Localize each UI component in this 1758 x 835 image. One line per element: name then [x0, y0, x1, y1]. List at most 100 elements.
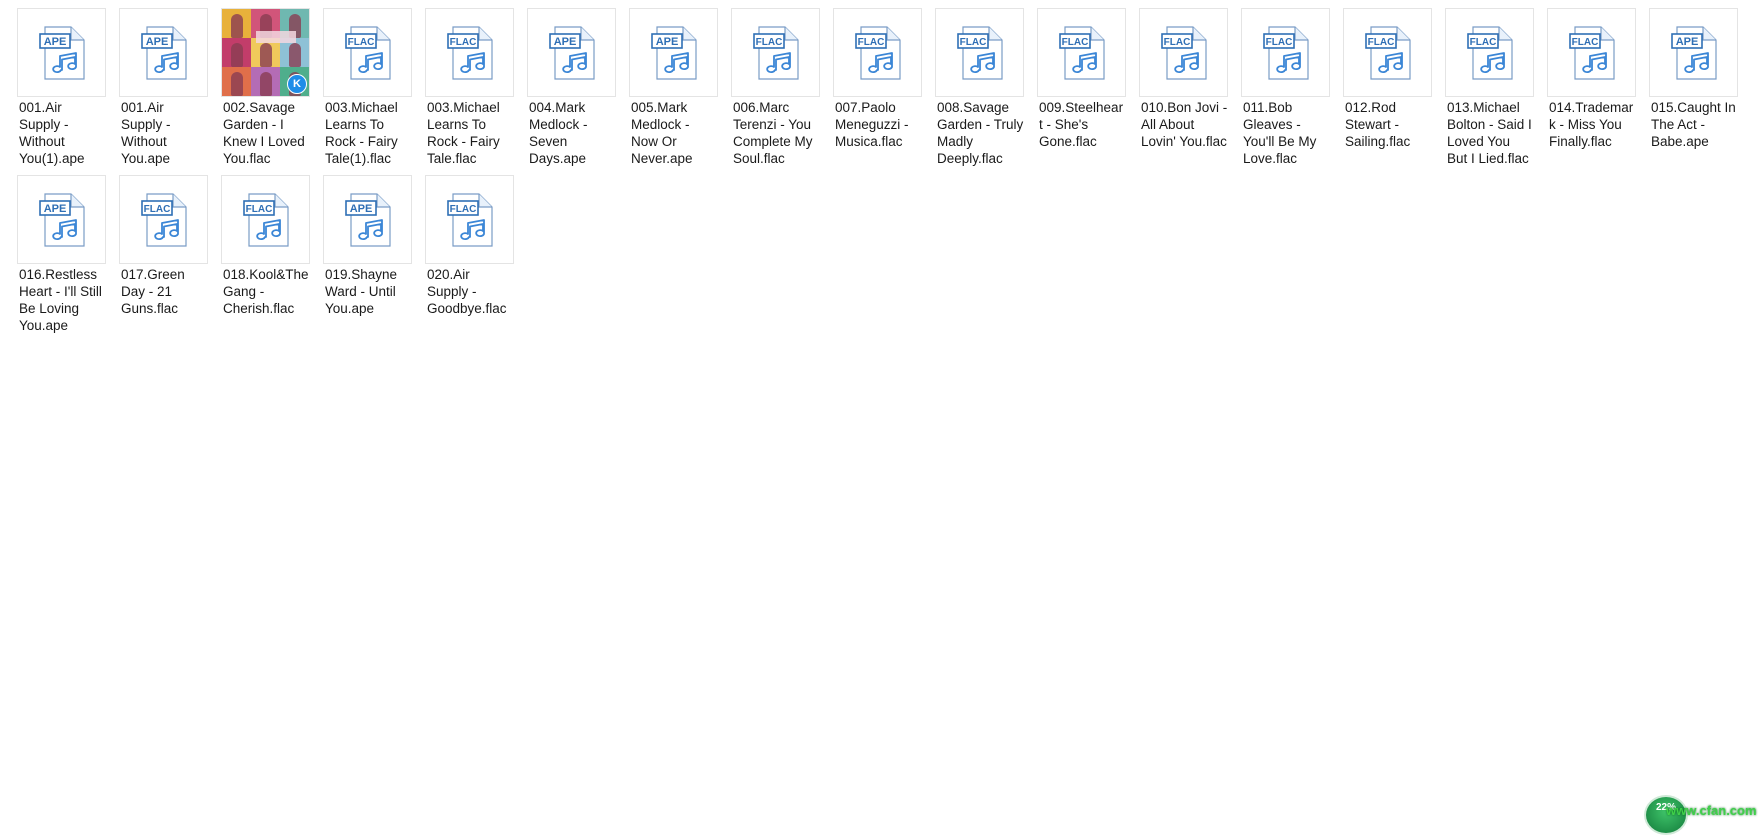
file-item[interactable]: FLAC 008.Savage Garden - Truly Madly Deep… [935, 8, 1024, 167]
music-file-icon[interactable]: FLAC [119, 175, 208, 264]
music-file-icon[interactable]: FLAC [935, 8, 1024, 97]
music-file-icon[interactable]: APE [119, 8, 208, 97]
music-file-icon[interactable]: FLAC [833, 8, 922, 97]
file-item[interactable]: APE 001.Air Supply - Without You.ape [119, 8, 208, 167]
svg-text:APE: APE [655, 36, 678, 48]
file-item[interactable]: FLAC 017.Green Day - 21 Guns.flac [119, 175, 208, 334]
file-name-label[interactable]: 014.Trademark - Miss You Finally.flac [1547, 99, 1636, 150]
file-name-label[interactable]: 018.Kool&The Gang - Cherish.flac [221, 266, 310, 317]
music-note-file-icon: FLAC [854, 25, 901, 80]
music-file-icon[interactable]: FLAC [323, 8, 412, 97]
music-file-icon[interactable]: APE [17, 8, 106, 97]
music-note-file-icon: FLAC [956, 25, 1003, 80]
file-name-label[interactable]: 011.Bob Gleaves - You'll Be My Love.flac [1241, 99, 1330, 167]
svg-text:FLAC: FLAC [1469, 37, 1496, 48]
music-file-icon[interactable]: APE [323, 175, 412, 264]
music-file-icon[interactable]: FLAC [1241, 8, 1330, 97]
file-item[interactable]: FLAC 007.Paolo Meneguzzi - Musica.flac [833, 8, 922, 167]
music-note-file-icon: APE [344, 192, 391, 247]
svg-text:FLAC: FLAC [1163, 37, 1190, 48]
music-file-icon[interactable]: APE [629, 8, 718, 97]
file-name-label[interactable]: 019.Shayne Ward - Until You.ape [323, 266, 412, 317]
music-note-file-icon: FLAC [1568, 25, 1615, 80]
music-note-file-icon: FLAC [752, 25, 799, 80]
music-note-file-icon: FLAC [242, 192, 289, 247]
svg-text:FLAC: FLAC [449, 204, 476, 215]
music-note-file-icon: FLAC [1262, 25, 1309, 80]
music-file-icon[interactable]: FLAC [1445, 8, 1534, 97]
file-item[interactable]: FLAC 003.Michael Learns To Rock - Fairy T… [323, 8, 412, 167]
file-name-label[interactable]: 007.Paolo Meneguzzi - Musica.flac [833, 99, 922, 150]
music-note-file-icon: APE [38, 25, 85, 80]
file-grid: APE 001.Air Supply - Without You(1).ape AP… [17, 8, 1738, 334]
file-item[interactable]: APE 005.Mark Medlock - Now Or Never.ape [629, 8, 718, 167]
file-thumbnail[interactable]: K [221, 8, 310, 97]
file-name-label[interactable]: 003.Michael Learns To Rock - Fairy Tale.… [425, 99, 514, 167]
file-item[interactable]: APE 001.Air Supply - Without You(1).ape [17, 8, 106, 167]
file-name-label[interactable]: 002.Savage Garden - I Knew I Loved You.f… [221, 99, 310, 167]
music-file-icon[interactable]: APE [527, 8, 616, 97]
music-file-icon[interactable]: FLAC [1139, 8, 1228, 97]
music-note-file-icon: FLAC [446, 25, 493, 80]
file-name-label[interactable]: 004.Mark Medlock - Seven Days.ape [527, 99, 616, 167]
music-note-file-icon: APE [650, 25, 697, 80]
file-item[interactable]: FLAC 013.Michael Bolton - Said I Loved Yo… [1445, 8, 1534, 167]
music-note-file-icon: FLAC [1466, 25, 1513, 80]
file-name-label[interactable]: 003.Michael Learns To Rock - Fairy Tale(… [323, 99, 412, 167]
file-item[interactable]: FLAC 009.Steelheart - She's Gone.flac [1037, 8, 1126, 167]
file-item[interactable]: FLAC 020.Air Supply - Goodbye.flac [425, 175, 514, 334]
svg-text:FLAC: FLAC [1265, 37, 1292, 48]
svg-text:APE: APE [349, 203, 372, 215]
svg-text:FLAC: FLAC [143, 204, 170, 215]
file-name-label[interactable]: 005.Mark Medlock - Now Or Never.ape [629, 99, 718, 167]
file-item[interactable]: APE 004.Mark Medlock - Seven Days.ape [527, 8, 616, 167]
file-name-label[interactable]: 008.Savage Garden - Truly Madly Deeply.f… [935, 99, 1024, 167]
file-name-label[interactable]: 016.Restless Heart - I'll Still Be Lovin… [17, 266, 106, 334]
file-item[interactable]: APE 016.Restless Heart - I'll Still Be Lo… [17, 175, 106, 334]
file-name-label[interactable]: 017.Green Day - 21 Guns.flac [119, 266, 208, 317]
music-file-icon[interactable]: FLAC [731, 8, 820, 97]
file-name-label[interactable]: 009.Steelheart - She's Gone.flac [1037, 99, 1126, 150]
music-file-icon[interactable]: FLAC [1547, 8, 1636, 97]
music-file-icon[interactable]: FLAC [1343, 8, 1432, 97]
music-file-icon[interactable]: APE [1649, 8, 1738, 97]
svg-text:APE: APE [145, 36, 168, 48]
tray-widget[interactable]: 22% www.cfan.com [1636, 795, 1757, 835]
music-note-file-icon: FLAC [344, 25, 391, 80]
file-name-label[interactable]: 001.Air Supply - Without You.ape [119, 99, 208, 167]
file-name-label[interactable]: 010.Bon Jovi - All About Lovin' You.flac [1139, 99, 1228, 150]
music-file-icon[interactable]: FLAC [425, 8, 514, 97]
music-file-icon[interactable]: FLAC [425, 175, 514, 264]
file-item[interactable]: K 002.Savage Garden - I Knew I Loved You.… [221, 8, 310, 167]
music-note-file-icon: APE [548, 25, 595, 80]
svg-text:FLAC: FLAC [755, 37, 782, 48]
svg-text:FLAC: FLAC [959, 37, 986, 48]
file-item[interactable]: FLAC 012.Rod Stewart - Sailing.flac [1343, 8, 1432, 167]
music-file-icon[interactable]: FLAC [1037, 8, 1126, 97]
file-item[interactable]: FLAC 003.Michael Learns To Rock - Fairy T… [425, 8, 514, 167]
music-note-file-icon: FLAC [1160, 25, 1207, 80]
file-item[interactable]: FLAC 010.Bon Jovi - All About Lovin' You.… [1139, 8, 1228, 167]
music-file-icon[interactable]: APE [17, 175, 106, 264]
album-art-thumbnail: K [222, 9, 309, 96]
svg-text:FLAC: FLAC [449, 37, 476, 48]
svg-text:APE: APE [553, 36, 576, 48]
file-name-label[interactable]: 012.Rod Stewart - Sailing.flac [1343, 99, 1432, 150]
music-note-file-icon: FLAC [1364, 25, 1411, 80]
file-item[interactable]: FLAC 011.Bob Gleaves - You'll Be My Love.… [1241, 8, 1330, 167]
file-name-label[interactable]: 001.Air Supply - Without You(1).ape [17, 99, 106, 167]
file-name-label[interactable]: 015.Caught In The Act - Babe.ape [1649, 99, 1738, 150]
file-item[interactable]: FLAC 014.Trademark - Miss You Finally.fla… [1547, 8, 1636, 167]
file-item[interactable]: FLAC 006.Marc Terenzi - You Complete My S… [731, 8, 820, 167]
player-badge-icon: K [287, 74, 307, 94]
file-item[interactable]: APE 015.Caught In The Act - Babe.ape [1649, 8, 1738, 167]
file-name-label[interactable]: 020.Air Supply - Goodbye.flac [425, 266, 514, 317]
file-name-label[interactable]: 013.Michael Bolton - Said I Loved You Bu… [1445, 99, 1534, 167]
music-note-file-icon: APE [38, 192, 85, 247]
music-file-icon[interactable]: FLAC [221, 175, 310, 264]
file-item[interactable]: APE 019.Shayne Ward - Until You.ape [323, 175, 412, 334]
file-item[interactable]: FLAC 018.Kool&The Gang - Cherish.flac [221, 175, 310, 334]
svg-text:FLAC: FLAC [245, 204, 272, 215]
file-name-label[interactable]: 006.Marc Terenzi - You Complete My Soul.… [731, 99, 820, 167]
svg-text:FLAC: FLAC [857, 37, 884, 48]
